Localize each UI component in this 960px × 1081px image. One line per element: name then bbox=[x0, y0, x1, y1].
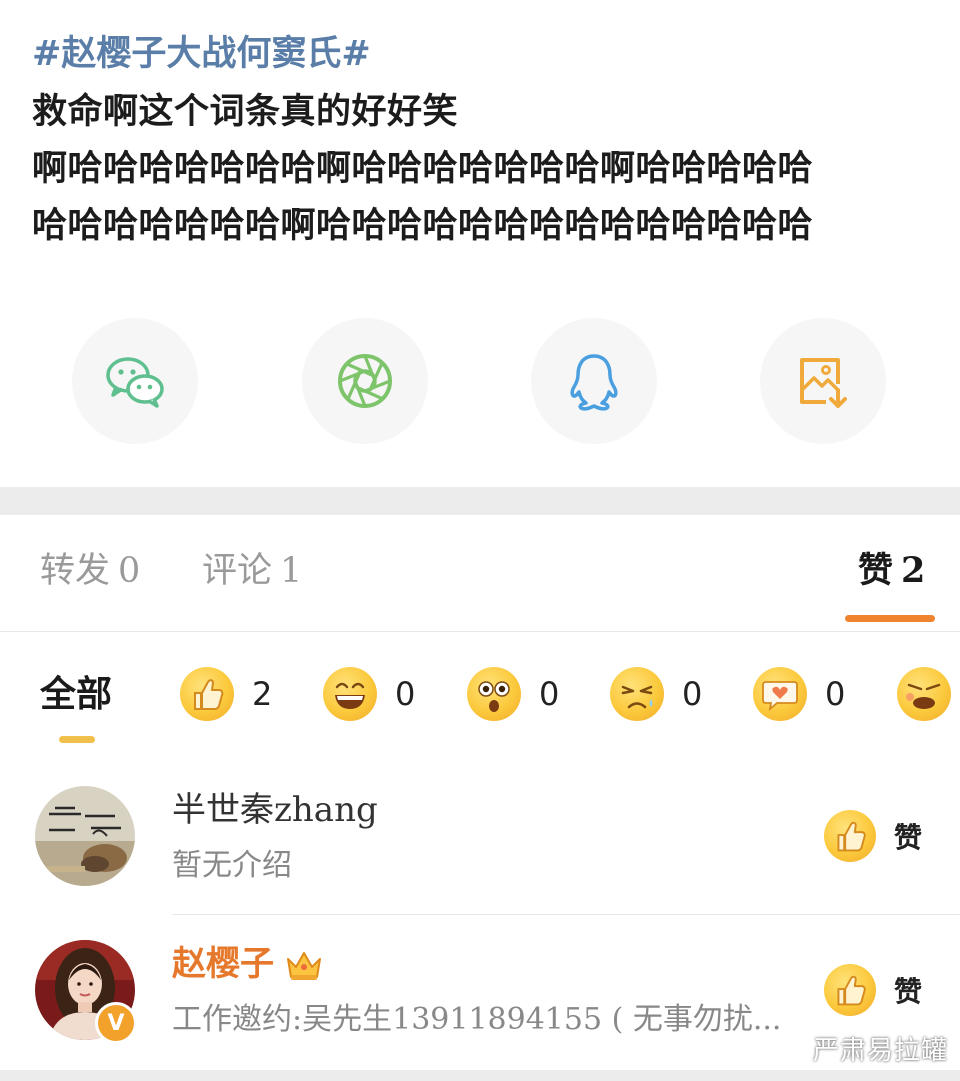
thumbs-up-emoji-icon bbox=[824, 964, 876, 1016]
tab-reposts[interactable]: 转发 0 bbox=[40, 549, 140, 593]
avatar[interactable] bbox=[35, 786, 135, 886]
section-separator bbox=[0, 487, 960, 515]
reaction-filter-surprised[interactable]: 0 bbox=[467, 666, 559, 722]
user-bio: 暂无介绍 bbox=[172, 848, 292, 883]
sad-emoji-icon bbox=[610, 667, 664, 721]
user-bio: 工作邀约:吴先生13911894155 ( 无事勿扰... bbox=[172, 1002, 782, 1037]
like-badge[interactable]: 赞 bbox=[824, 810, 922, 862]
post-line: 救命啊这个词条真的好好笑 bbox=[32, 91, 459, 132]
user-name[interactable]: 赵樱子 bbox=[172, 942, 324, 986]
user-name[interactable]: 半世秦zhang bbox=[172, 788, 378, 832]
reaction-count: 0 bbox=[682, 675, 703, 713]
hashtag-link[interactable]: #赵樱子大战何窦氏# bbox=[32, 30, 932, 78]
like-label: 赞 bbox=[894, 821, 923, 854]
like-badge[interactable]: 赞 bbox=[824, 964, 922, 1016]
tab-label: 赞 bbox=[858, 550, 894, 591]
share-moments-button[interactable] bbox=[302, 318, 428, 444]
reaction-filter-sad[interactable]: 0 bbox=[610, 666, 702, 722]
tab-count: 2 bbox=[901, 550, 926, 591]
post-line: 哈哈哈哈哈哈哈啊哈哈哈哈哈哈哈哈哈哈哈哈哈哈 bbox=[32, 205, 814, 246]
heart-emoji-icon bbox=[753, 667, 807, 721]
interaction-tabs: 转发 0 评论 1 赞2 bbox=[0, 515, 960, 632]
like-label: 赞 bbox=[894, 975, 923, 1008]
weibo-post-page: #赵樱子大战何窦氏# 救命啊这个词条真的好好笑 啊哈哈哈哈哈哈哈啊哈哈哈哈哈哈哈… bbox=[0, 0, 960, 1081]
share-bar bbox=[0, 318, 960, 444]
share-wechat-button[interactable] bbox=[72, 318, 198, 444]
tab-likes[interactable]: 赞2 bbox=[858, 549, 925, 593]
reaction-filter-angry[interactable] bbox=[897, 666, 951, 722]
angry-emoji-icon bbox=[897, 667, 951, 721]
reaction-count: 0 bbox=[539, 675, 560, 713]
liker-row[interactable]: 半世秦zhang 暂无介绍 赞 bbox=[0, 786, 960, 916]
tab-label: 评论 bbox=[202, 551, 273, 591]
post-line: 啊哈哈哈哈哈哈哈啊哈哈哈哈哈哈哈啊哈哈哈哈哈 bbox=[32, 148, 814, 189]
tab-comments[interactable]: 评论 1 bbox=[202, 549, 302, 593]
bottom-separator bbox=[0, 1070, 960, 1081]
tab-label: 转发 bbox=[40, 551, 111, 591]
user-name-text: 赵樱子 bbox=[172, 944, 274, 984]
filter-all[interactable]: 全部 bbox=[40, 672, 112, 716]
save-image-button[interactable] bbox=[760, 318, 886, 444]
moments-icon bbox=[338, 354, 392, 408]
reaction-filter-bar: 全部 2 0 0 0 0 bbox=[0, 632, 960, 760]
tab-count: 1 bbox=[280, 551, 303, 591]
active-filter-indicator bbox=[59, 736, 95, 743]
reaction-count: 0 bbox=[395, 675, 416, 713]
share-qq-button[interactable] bbox=[531, 318, 657, 444]
surprised-emoji-icon bbox=[467, 667, 521, 721]
calligraphy-avatar-image bbox=[35, 786, 135, 886]
verified-badge: V bbox=[95, 1002, 137, 1044]
qq-icon bbox=[570, 354, 618, 411]
reaction-filter-like[interactable]: 2 bbox=[180, 666, 272, 722]
tab-count: 0 bbox=[118, 551, 141, 591]
laugh-emoji-icon bbox=[323, 667, 377, 721]
thumbs-up-emoji-icon bbox=[180, 667, 234, 721]
reaction-filter-laugh[interactable]: 0 bbox=[323, 666, 415, 722]
wechat-icon bbox=[106, 357, 164, 408]
vip-crown-icon bbox=[287, 952, 321, 980]
post-content: #赵樱子大战何窦氏# 救命啊这个词条真的好好笑 啊哈哈哈哈哈哈哈啊哈哈哈哈哈哈哈… bbox=[32, 30, 932, 254]
reaction-count: 0 bbox=[825, 675, 846, 713]
avatar[interactable]: V bbox=[35, 940, 137, 1044]
active-tab-indicator bbox=[845, 615, 935, 622]
save-image-icon bbox=[800, 358, 847, 408]
reaction-count: 2 bbox=[252, 675, 273, 713]
row-divider bbox=[172, 914, 960, 915]
reaction-filter-heart[interactable]: 0 bbox=[753, 666, 845, 722]
thumbs-up-emoji-icon bbox=[824, 810, 876, 862]
watermark-text: 严肃易拉罐 bbox=[812, 1036, 948, 1066]
